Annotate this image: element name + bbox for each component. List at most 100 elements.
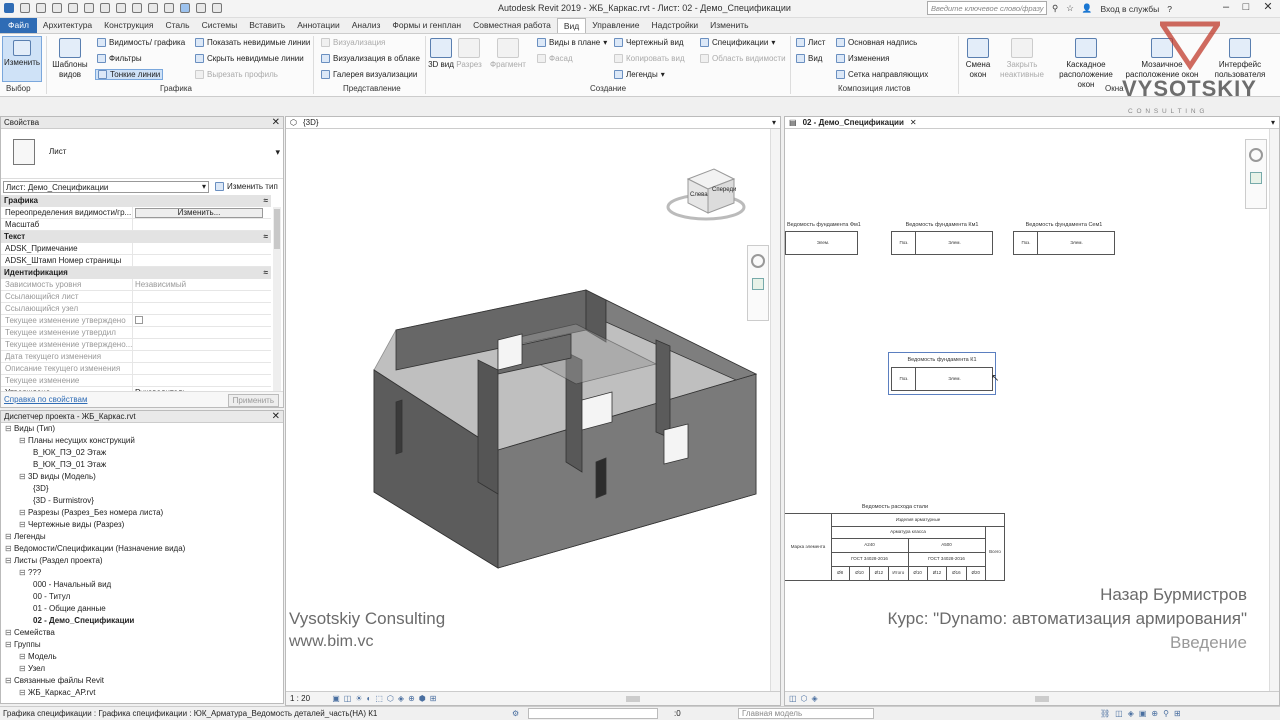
duplicate-view-dropdown[interactable]: Копировать вид [614, 54, 685, 63]
3d-view-button[interactable]: 3D вид [428, 38, 454, 70]
view-scale[interactable]: 1 : 20 [290, 694, 310, 703]
minimize-icon[interactable]: – [1218, 1, 1234, 15]
tab-3d[interactable]: {3D} [303, 118, 319, 127]
expand-icon[interactable]: ⊟ [5, 628, 14, 637]
elevation-dropdown[interactable]: Фасад [537, 54, 573, 63]
sync-icon[interactable] [52, 3, 62, 13]
close-hidden-icon[interactable] [196, 3, 206, 13]
tab-steel[interactable]: Сталь [160, 18, 196, 33]
browser-tree-item[interactable]: 02 - Демо_Спецификации [1, 616, 283, 628]
expand-icon[interactable]: ⊟ [19, 508, 28, 517]
schedule-table[interactable]: Элем. [785, 231, 858, 255]
sheet-controls-icons[interactable]: ◫⬡◈ [789, 694, 822, 703]
browser-tree-item[interactable]: ⊟ Планы несущих конструкций [1, 436, 283, 448]
tab-view[interactable]: Вид [556, 18, 587, 33]
cube-front-face[interactable]: Спереди [712, 187, 736, 193]
title-block-button[interactable]: Основная надпись [836, 38, 917, 47]
category-identity[interactable]: Идентификация ≈ [1, 267, 271, 279]
close-window-icon[interactable]: ✕ [1260, 1, 1276, 15]
browser-tree-item[interactable]: 01 - Общие данные [1, 604, 283, 616]
tab-modify[interactable]: Изменить [704, 18, 754, 33]
maximize-icon[interactable]: □ [1238, 1, 1254, 15]
subscription-icon[interactable]: ☆ [1066, 3, 1074, 14]
drafting-view-button[interactable]: Чертежный вид [614, 38, 684, 47]
zoom-icon[interactable] [1250, 172, 1262, 184]
browser-tree-item[interactable]: В_ЮК_ПЭ_02 Этаж [1, 448, 283, 460]
visibility-graphics-button[interactable]: Видимость/ графика [97, 38, 185, 47]
hide-hidden-lines-button[interactable]: Скрыть невидимые линии [195, 54, 304, 63]
steel-table[interactable]: Изделия арматурные Арматура класса Марка… [785, 513, 1005, 581]
edit-overrides-button[interactable]: Изменить... [135, 208, 263, 218]
render-gallery-button[interactable]: Галерея визуализации [321, 70, 417, 79]
close-icon[interactable]: ✕ [272, 411, 280, 422]
worksets-icon[interactable]: ⚙ [512, 709, 519, 718]
view-templates-button[interactable]: Шаблоны видов [50, 38, 90, 80]
filters-button[interactable]: Фильтры [97, 54, 142, 63]
revisions-button[interactable]: Изменения [836, 54, 889, 63]
browser-tree-item[interactable]: ⊟ 3D виды (Модель) [1, 472, 283, 484]
help-icon[interactable]: ? [1167, 4, 1172, 14]
apply-button[interactable]: Применить [227, 394, 279, 407]
tab-insert[interactable]: Вставить [243, 18, 291, 33]
browser-tree-item[interactable]: ⊟ Листы (Раздел проекта) [1, 556, 283, 568]
expand-icon[interactable]: ⊟ [5, 532, 14, 541]
dropdown-icon[interactable]: ▾ [772, 118, 776, 127]
tab-structure[interactable]: Конструкция [98, 18, 159, 33]
type-selector[interactable]: Лист ▾ [1, 129, 283, 179]
browser-tree-item[interactable]: В_ЮК_ПЭ_01 Этаж [1, 460, 283, 472]
properties-scrollbar[interactable] [273, 207, 281, 391]
tab-analyze[interactable]: Анализ [346, 18, 387, 33]
tab-collaborate[interactable]: Совместная работа [467, 18, 557, 33]
scope-box-button[interactable]: Область видимости [700, 54, 786, 63]
tab-addins[interactable]: Надстройки [646, 18, 705, 33]
tab-manage[interactable]: Управление [586, 18, 645, 33]
revit-logo-icon[interactable] [4, 3, 14, 13]
properties-help-link[interactable]: Справка по свойствам [4, 395, 87, 404]
signin-link[interactable]: Вход в службы [1100, 4, 1159, 14]
expand-icon[interactable]: ⊟ [19, 436, 28, 445]
render-cloud-button[interactable]: Визуализация в облаке [321, 54, 420, 63]
steering-wheel-icon[interactable] [751, 254, 765, 268]
browser-tree-item[interactable]: ⊟ Ведомости/Спецификации (Назначение вид… [1, 544, 283, 556]
instance-selector[interactable]: Лист: Демо_Спецификации ▾ [3, 181, 209, 193]
prop-value[interactable] [133, 219, 271, 230]
horizontal-scroll-thumb[interactable] [1035, 696, 1049, 702]
sheet-vertical-scrollbar[interactable] [1269, 129, 1279, 691]
browser-tree-item[interactable]: ⊟ Виды (Тип) [1, 424, 283, 436]
section-icon[interactable] [164, 3, 174, 13]
expand-icon[interactable]: ⊟ [5, 544, 14, 553]
save-icon[interactable] [36, 3, 46, 13]
schedule-table[interactable]: Поз. Элем. [891, 367, 993, 391]
tab-file[interactable]: Файл [0, 18, 37, 33]
sheet-view-window[interactable]: ▤ 02 - Демо_Спецификации ✕ ▾ Ведомость ф… [784, 116, 1280, 706]
user-icon[interactable]: 👤 [1082, 3, 1093, 14]
scroll-thumb[interactable] [274, 209, 280, 249]
tab-sheet[interactable]: 02 - Демо_Спецификации [803, 118, 904, 127]
checkbox[interactable] [135, 316, 143, 324]
workset-dropdown[interactable] [528, 708, 658, 719]
expand-icon[interactable]: ⊟ [19, 568, 28, 577]
horizontal-scroll-thumb[interactable] [626, 696, 640, 702]
dropdown-icon[interactable]: ▾ [1271, 118, 1275, 127]
open-icon[interactable] [20, 3, 30, 13]
section-button[interactable]: Разрез [455, 38, 483, 70]
browser-tree-item[interactable]: ⊟ ЖБ_Каркас_АР.rvt [1, 688, 283, 700]
print-icon[interactable] [100, 3, 110, 13]
browser-tree-item[interactable]: ⊟ Легенды [1, 532, 283, 544]
expand-icon[interactable]: ⊟ [19, 652, 28, 661]
category-text[interactable]: Текст ≈ [1, 231, 271, 243]
schedules-dropdown[interactable]: Спецификации ▾ [700, 38, 775, 47]
sheet-button[interactable]: Лист [796, 38, 825, 47]
browser-tree-item[interactable]: {3D - Burmistrov} [1, 496, 283, 508]
switch-windows-button[interactable]: Смена окон [962, 38, 994, 80]
browser-tree-item[interactable]: ⊟ Модель [1, 652, 283, 664]
browser-tree-item[interactable]: {3D} [1, 484, 283, 496]
binoculars-icon[interactable]: ⚲ [1052, 3, 1058, 14]
expand-icon[interactable]: ⊟ [19, 520, 28, 529]
3d-icon[interactable] [148, 3, 158, 13]
expand-icon[interactable]: ⊟ [5, 676, 14, 685]
modify-button[interactable]: Изменить [2, 36, 42, 82]
steering-wheel-icon[interactable] [1249, 148, 1263, 162]
tab-architecture[interactable]: Архитектура [37, 18, 98, 33]
3d-view-window[interactable]: ⬡ {3D} ▾ Слева Спереди Vysotskiy Consult… [285, 116, 781, 706]
